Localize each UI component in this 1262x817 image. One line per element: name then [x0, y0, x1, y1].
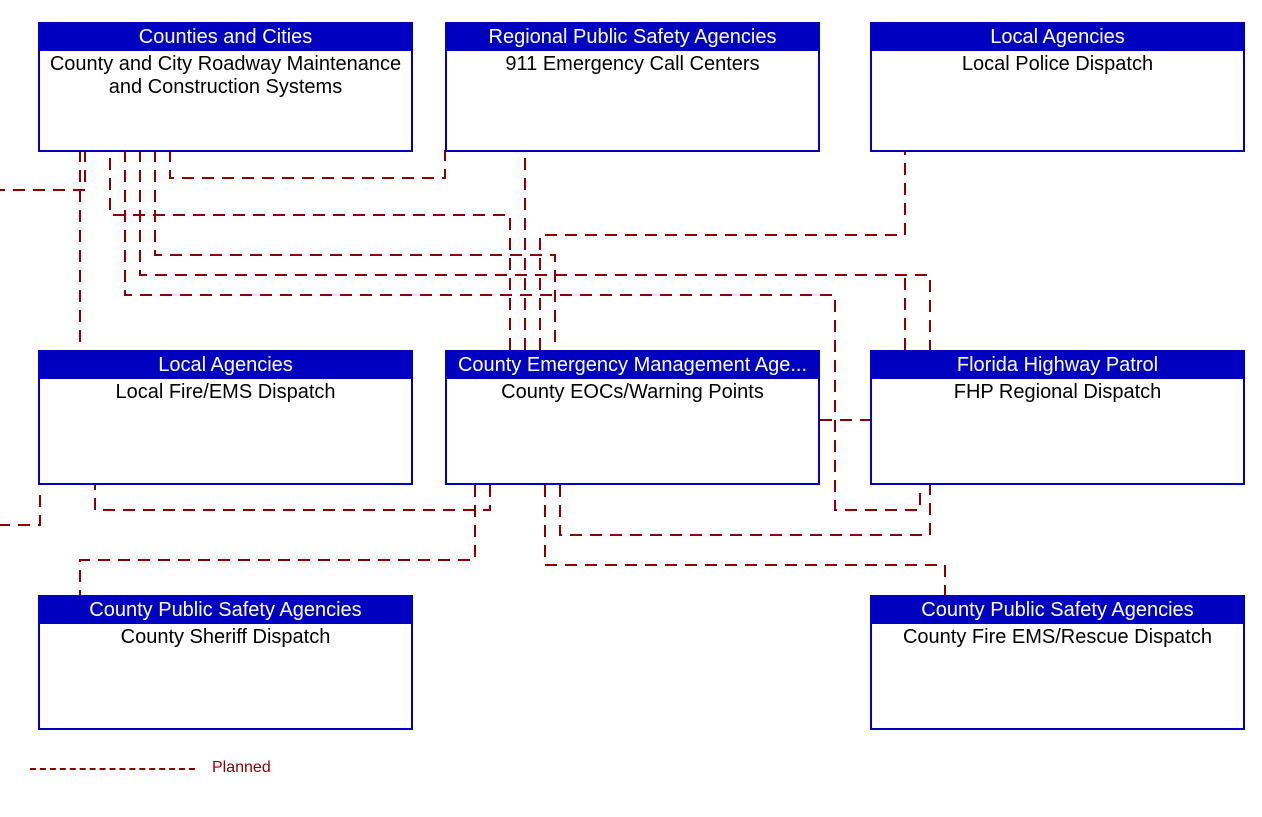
node-local-police[interactable]: Local Agencies Local Police Dispatch	[870, 22, 1245, 152]
node-county-sheriff[interactable]: County Public Safety Agencies County She…	[38, 595, 413, 730]
legend-line-planned	[30, 768, 195, 770]
node-body: Local Police Dispatch	[872, 51, 1243, 78]
node-body: County Fire EMS/Rescue Dispatch	[872, 624, 1243, 651]
node-regional-psa[interactable]: Regional Public Safety Agencies 911 Emer…	[445, 22, 820, 152]
node-header: Regional Public Safety Agencies	[447, 24, 818, 51]
wire-em-to-sheriff	[80, 485, 475, 595]
wire-em-to-fhp	[560, 485, 930, 535]
node-header: Local Agencies	[40, 352, 411, 379]
legend-label-planned: Planned	[212, 759, 271, 777]
node-county-em[interactable]: County Emergency Management Age... Count…	[445, 350, 820, 485]
node-counties-cities[interactable]: Counties and Cities County and City Road…	[38, 22, 413, 152]
node-header: Florida Highway Patrol	[872, 352, 1243, 379]
wire-em-to-localfire	[95, 485, 490, 510]
node-fhp[interactable]: Florida Highway Patrol FHP Regional Disp…	[870, 350, 1245, 485]
node-local-fire[interactable]: Local Agencies Local Fire/EMS Dispatch	[38, 350, 413, 485]
node-body: County EOCs/Warning Points	[447, 379, 818, 406]
node-county-fire-ems[interactable]: County Public Safety Agencies County Fir…	[870, 595, 1245, 730]
node-header: County Public Safety Agencies	[872, 597, 1243, 624]
wire-localfire-offscreen	[0, 495, 40, 525]
wire-counties-to-911	[170, 150, 445, 178]
node-body: 911 Emergency Call Centers	[447, 51, 818, 78]
node-body: County Sheriff Dispatch	[40, 624, 411, 651]
wire-em-to-localpolice	[540, 150, 905, 350]
wire-counties-to-fhp2	[140, 150, 930, 350]
node-header: County Emergency Management Age...	[447, 352, 818, 379]
wire-em-to-countyfire	[545, 485, 945, 595]
node-header: Counties and Cities	[40, 24, 411, 51]
wire-counties-to-em2	[155, 150, 555, 350]
node-body: Local Fire/EMS Dispatch	[40, 379, 411, 406]
node-body: FHP Regional Dispatch	[872, 379, 1243, 406]
node-header: County Public Safety Agencies	[40, 597, 411, 624]
node-header: Local Agencies	[872, 24, 1243, 51]
wire-em-to-counties	[110, 150, 510, 350]
wire-counties-offscreen	[0, 150, 85, 190]
node-body: County and City Roadway Maintenance and …	[40, 51, 411, 101]
